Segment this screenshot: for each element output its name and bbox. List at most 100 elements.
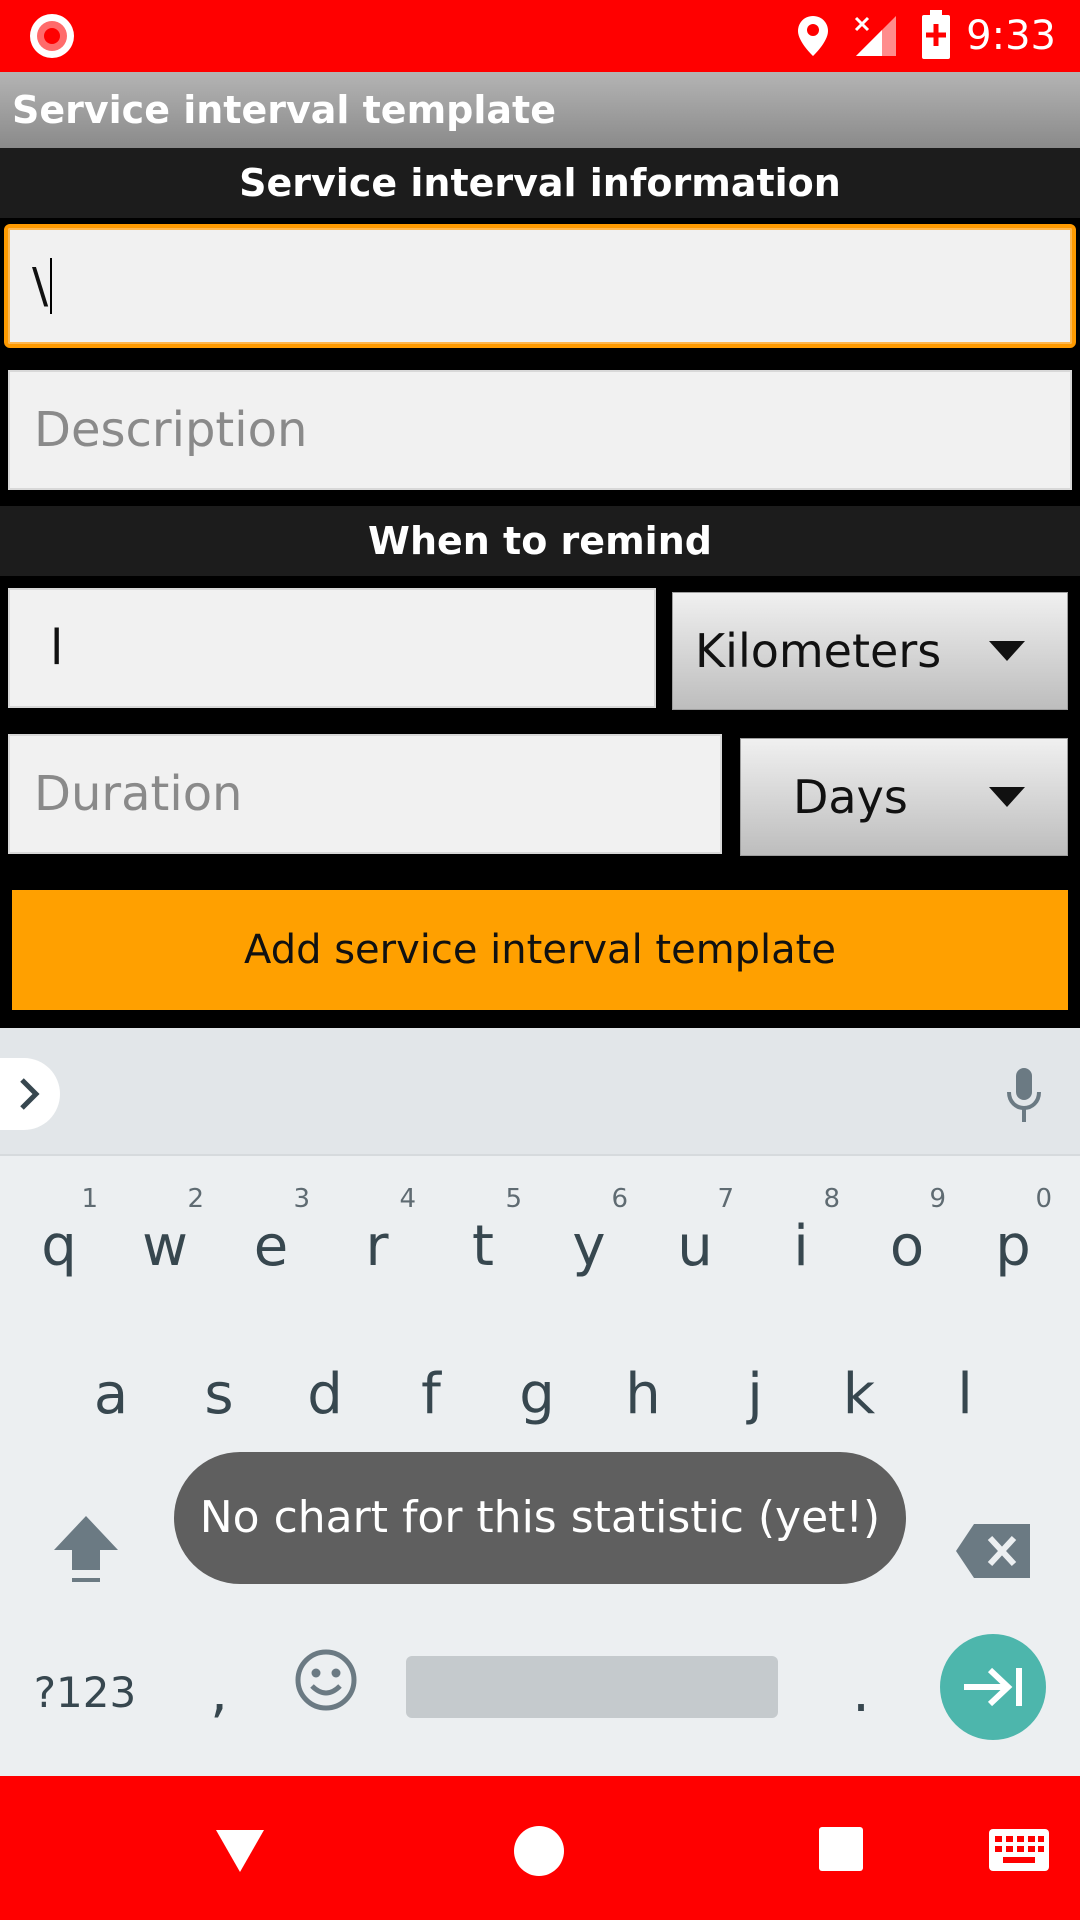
add-template-button[interactable]: Add service interval template — [12, 890, 1068, 1010]
period-key[interactable]: . — [808, 1622, 914, 1742]
toast-message: No chart for this statistic (yet!) — [174, 1452, 906, 1584]
status-time: 9:33 — [966, 13, 1056, 59]
key-label: t — [472, 1214, 494, 1279]
key-o[interactable]: 9o — [854, 1176, 960, 1296]
key-f[interactable]: f — [378, 1324, 484, 1444]
key-hint: 8 — [823, 1184, 840, 1214]
keyboard-switch-icon[interactable] — [988, 1828, 1050, 1872]
key-hint: 9 — [929, 1184, 946, 1214]
key-y[interactable]: 6y — [536, 1176, 642, 1296]
key-u[interactable]: 7u — [642, 1176, 748, 1296]
soft-keyboard: 1q 2w 3e 4r 5t 6y 7u 8i 9o 0p a s d f g … — [0, 1028, 1080, 1776]
key-hint: 3 — [293, 1184, 310, 1214]
key-d[interactable]: d — [272, 1324, 378, 1444]
key-label: i — [793, 1214, 809, 1279]
distance-unit-value: Kilometers — [695, 624, 942, 678]
key-j[interactable]: j — [702, 1324, 808, 1444]
recents-icon[interactable] — [818, 1826, 864, 1872]
duration-unit-value: Days — [793, 770, 908, 824]
key-label: w — [142, 1214, 188, 1279]
no-signal-icon — [854, 16, 896, 56]
key-s[interactable]: s — [166, 1324, 272, 1444]
section-header-remind: When to remind — [0, 506, 1080, 576]
key-label: p — [995, 1214, 1031, 1279]
next-field-button[interactable] — [940, 1634, 1046, 1740]
key-label: u — [677, 1214, 713, 1279]
name-input-value: \ — [32, 258, 49, 314]
emoji-key[interactable] — [272, 1622, 378, 1742]
key-label: e — [253, 1214, 289, 1279]
section-header-info: Service interval information — [0, 148, 1080, 218]
action-bar: Service interval template — [0, 72, 1080, 148]
key-label: s — [204, 1362, 234, 1427]
key-hint: 0 — [1035, 1184, 1052, 1214]
suggestion-strip — [0, 1028, 1080, 1156]
key-w[interactable]: 2w — [112, 1176, 218, 1296]
key-hint: 2 — [187, 1184, 204, 1214]
comma-key[interactable]: , — [166, 1622, 272, 1742]
page-title: Service interval template — [12, 88, 556, 132]
key-label: k — [842, 1362, 876, 1427]
status-bar: 9:33 — [0, 0, 1080, 72]
record-icon — [30, 14, 74, 58]
key-hint: 6 — [611, 1184, 628, 1214]
key-label: d — [307, 1362, 343, 1427]
tab-next-icon — [964, 1667, 1022, 1707]
key-k[interactable]: k — [806, 1324, 912, 1444]
key-label: o — [889, 1214, 925, 1279]
key-l[interactable]: l — [912, 1324, 1018, 1444]
key-label: q — [41, 1214, 77, 1279]
key-i[interactable]: 8i — [748, 1176, 854, 1296]
key-hint: 1 — [81, 1184, 98, 1214]
expand-suggestions-button[interactable] — [0, 1058, 60, 1130]
key-label: a — [93, 1362, 129, 1427]
key-label: , — [210, 1660, 228, 1725]
text-cursor — [50, 258, 53, 314]
duration-placeholder: Duration — [34, 766, 243, 822]
key-e[interactable]: 3e — [218, 1176, 324, 1296]
key-label: r — [365, 1214, 389, 1279]
description-placeholder: Description — [34, 402, 308, 458]
key-a[interactable]: a — [58, 1324, 164, 1444]
back-icon[interactable] — [214, 1828, 266, 1874]
key-p[interactable]: 0p — [960, 1176, 1066, 1296]
key-label: h — [625, 1362, 661, 1427]
description-input[interactable]: Description — [8, 370, 1072, 490]
key-hint: 5 — [505, 1184, 522, 1214]
key-label: g — [519, 1362, 555, 1427]
key-label: . — [852, 1660, 870, 1725]
key-label: f — [421, 1362, 441, 1427]
key-h[interactable]: h — [590, 1324, 696, 1444]
key-label: j — [747, 1362, 763, 1427]
duration-input[interactable]: Duration — [8, 734, 722, 854]
distance-input-value: l — [50, 620, 64, 676]
microphone-icon[interactable] — [1006, 1068, 1042, 1124]
location-icon — [798, 16, 828, 56]
shift-key[interactable] — [26, 1474, 132, 1594]
distance-input[interactable]: l — [8, 588, 656, 708]
dropdown-arrow-icon — [989, 641, 1025, 661]
symbols-key[interactable]: ?123 — [20, 1622, 150, 1742]
name-input[interactable]: \ — [4, 224, 1076, 348]
key-q[interactable]: 1q — [6, 1176, 112, 1296]
key-label: l — [957, 1362, 973, 1427]
navigation-bar — [0, 1776, 1080, 1920]
key-r[interactable]: 4r — [324, 1176, 430, 1296]
key-g[interactable]: g — [484, 1324, 590, 1444]
key-hint: 4 — [399, 1184, 416, 1214]
key-label: y — [572, 1214, 606, 1279]
dropdown-arrow-icon — [989, 787, 1025, 807]
key-t[interactable]: 5t — [430, 1176, 536, 1296]
backspace-icon — [956, 1524, 1030, 1578]
duration-unit-spinner[interactable]: Days — [740, 738, 1068, 856]
battery-charging-icon — [922, 10, 950, 59]
distance-unit-spinner[interactable]: Kilometers — [672, 592, 1068, 710]
backspace-key[interactable] — [940, 1474, 1046, 1594]
key-label: ?123 — [33, 1668, 137, 1717]
chevron-right-icon — [20, 1078, 40, 1110]
shift-icon — [54, 1516, 118, 1582]
key-hint: 7 — [717, 1184, 734, 1214]
home-icon[interactable] — [512, 1824, 566, 1878]
emoji-icon — [295, 1649, 357, 1711]
space-bar[interactable] — [406, 1656, 778, 1718]
